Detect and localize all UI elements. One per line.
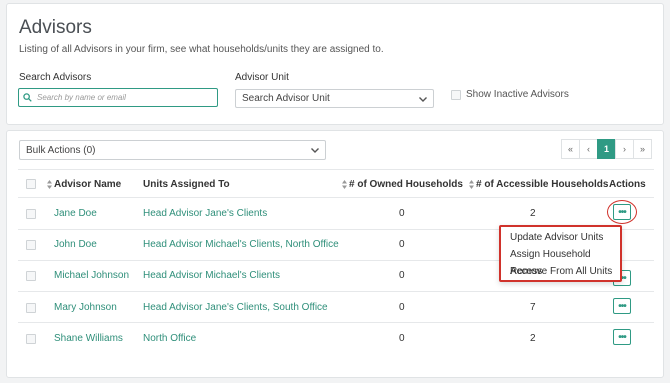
units-link[interactable]: Head Advisor Jane's Clients [143,208,267,219]
units-link[interactable]: Head Advisor Jane's Clients, South Offic… [143,302,328,313]
menu-item-update-advisor-units[interactable]: Update Advisor Units [501,229,620,246]
row-checkbox[interactable] [26,271,36,281]
owned-count: 0 [399,270,405,281]
th-accessible-households[interactable]: # of Accessible Households [469,179,608,190]
row-checkbox[interactable] [26,209,36,219]
advisor-name-link[interactable]: Jane Doe [54,208,97,219]
units-link[interactable]: Head Advisor Michael's Clients [143,270,280,281]
menu-item-remove-from-all-units[interactable]: Remove From All Units [501,263,620,280]
actions-highlight-circle [607,200,637,224]
row-actions-button[interactable]: ••• [613,298,631,314]
table-top-divider [18,169,654,170]
th-actions: Actions [609,179,646,190]
units-link[interactable]: North Office [143,333,196,344]
select-all-checkbox[interactable] [26,179,36,189]
row-divider [18,322,654,323]
advisor-name-link[interactable]: Michael Johnson [54,270,129,281]
units-link[interactable]: Head Advisor Michael's Clients, North Of… [143,239,339,250]
show-inactive-label: Show Inactive Advisors [466,89,569,100]
owned-count: 0 [399,208,405,219]
show-inactive-toggle[interactable]: Show Inactive Advisors [451,89,569,100]
page-subtitle: Listing of all Advisors in your firm, se… [19,44,384,55]
table-header-divider [18,197,654,198]
pagination-prev[interactable]: ‹ [579,139,598,159]
pagination-next[interactable]: › [615,139,634,159]
owned-count: 0 [399,239,405,250]
accessible-count: 2 [530,333,536,344]
search-advisors-label: Search Advisors [19,72,92,83]
sort-icon [47,179,52,189]
th-advisor-name[interactable]: Advisor Name [47,179,121,190]
row-actions-menu: Update Advisor Units Assign Household Ac… [499,225,622,282]
advisor-unit-value: Search Advisor Unit [242,93,330,104]
row-actions-button[interactable]: ••• [613,329,631,345]
chevron-down-icon [311,148,319,153]
pagination-first[interactable]: « [561,139,580,159]
advisor-name-link[interactable]: John Doe [54,239,97,250]
search-advisors-input-wrap[interactable] [18,88,218,107]
search-icon [23,93,32,102]
owned-count: 0 [399,302,405,313]
sort-icon [469,179,474,189]
menu-item-assign-household-access[interactable]: Assign Household Access [501,246,620,277]
search-advisors-input[interactable] [37,93,207,102]
bulk-actions-value: Bulk Actions (0) [26,144,96,156]
row-checkbox[interactable] [26,334,36,344]
pagination-page-current[interactable]: 1 [597,139,616,159]
advisor-name-link[interactable]: Shane Williams [54,333,123,344]
page-title: Advisors [19,17,92,38]
accessible-count: 7 [530,302,536,313]
owned-count: 0 [399,333,405,344]
row-checkbox[interactable] [26,240,36,250]
advisor-unit-label: Advisor Unit [235,72,289,83]
sort-icon [342,179,347,189]
th-owned-households[interactable]: # of Owned Households [342,179,463,190]
pagination-last[interactable]: » [633,139,652,159]
show-inactive-checkbox[interactable] [451,89,461,100]
pagination: « ‹ 1 › » [561,139,652,159]
advisor-name-link[interactable]: Mary Johnson [54,302,117,313]
th-units-assigned[interactable]: Units Assigned To [143,179,230,190]
chevron-down-icon [419,97,427,102]
accessible-count: 2 [530,208,536,219]
row-divider [18,291,654,292]
row-checkbox[interactable] [26,303,36,313]
bulk-actions-select[interactable]: Bulk Actions (0) [19,140,326,160]
advisor-unit-select[interactable]: Search Advisor Unit [235,89,434,108]
